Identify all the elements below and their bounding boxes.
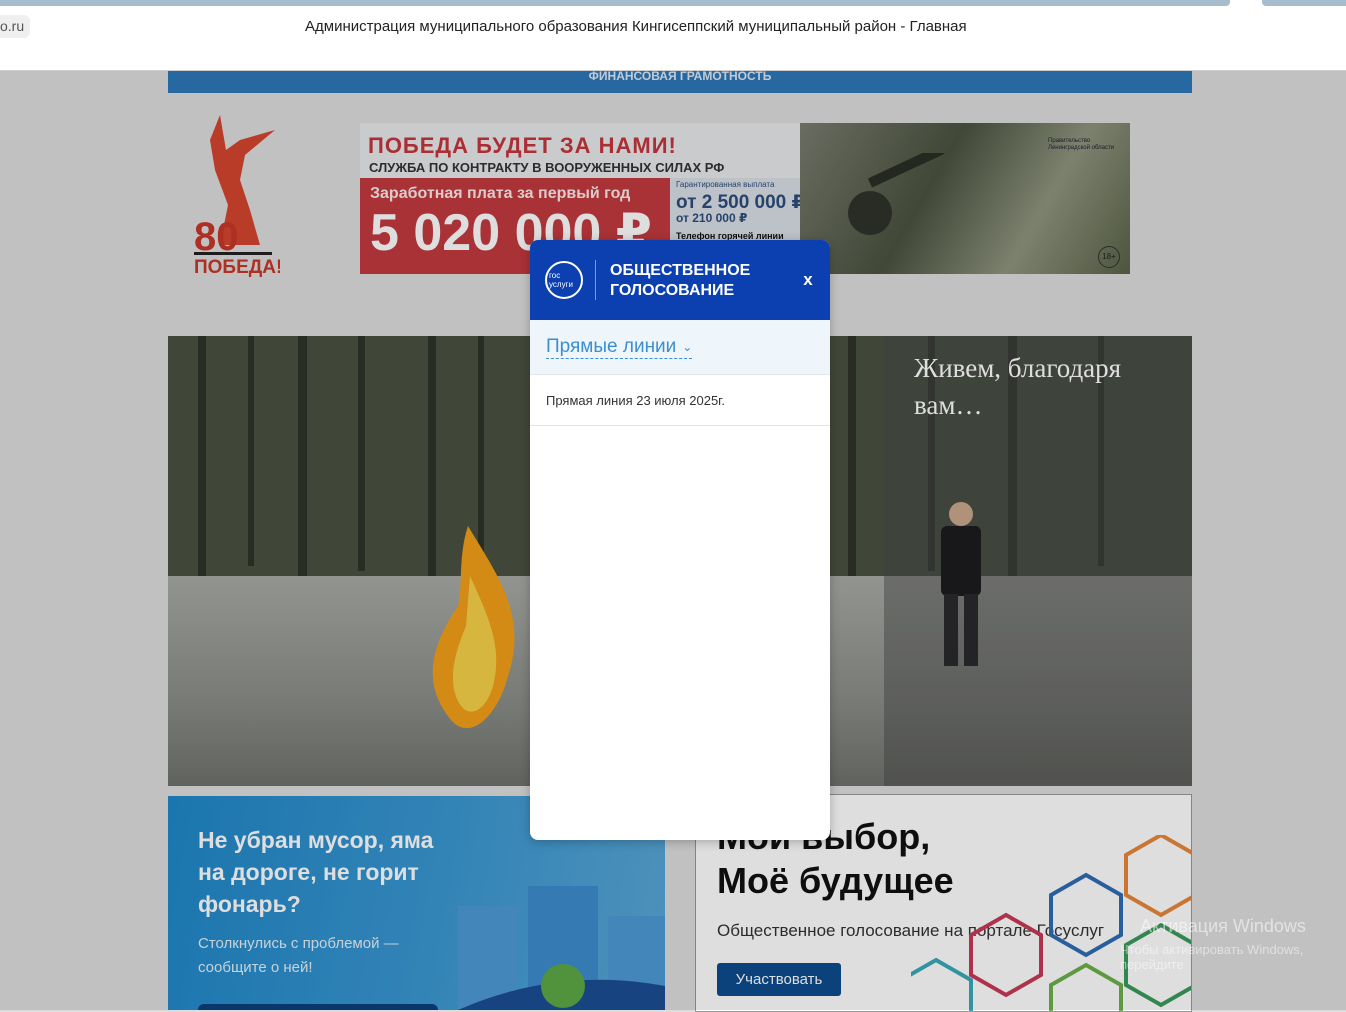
loading-bar-secondary [1262,0,1346,6]
logo-word: ПОБЕДА! [194,257,280,278]
header-divider [595,260,596,300]
city-illustration [458,886,665,1010]
hero-caption: Живем, благодаря вам… [914,353,1122,420]
windows-activation-watermark: Активация Windows [1140,916,1306,936]
list-item[interactable]: Прямая линия 23 июля 2025г. [530,375,830,426]
widget-tabbar: Прямые линии ⌄ [530,320,830,375]
person-image [941,502,981,666]
dropdown-label: Прямые линии [546,336,677,358]
participate-button[interactable]: Участвовать [717,963,841,996]
banner-headline: ПОБЕДА БУДЕТ ЗА НАМИ! [368,133,677,158]
financial-literacy-link[interactable]: ФИНАНСОВАЯ ГРАМОТНОСТЬ [168,70,1192,93]
browser-chrome: o.ru Администрация муниципального образо… [0,0,1346,71]
chevron-down-icon: ⌄ [682,340,693,354]
monthly-amount: от 210 000 ₽ [676,211,748,225]
windows-activation-hint: Чтобы активировать Windows, перейдите [1120,942,1304,972]
category-dropdown[interactable]: Прямые линии ⌄ [546,336,693,360]
victory-80-logo[interactable]: 80 ПОБЕДА! [190,110,280,280]
widget-title: ОБЩЕСТВЕННОЕ ГОЛОСОВАНИЕ [610,262,751,299]
artillery-image [848,153,945,235]
list-item-label: Прямая линия 23 июля 2025г. [546,393,725,408]
salary-label: Заработная плата за первый год [370,185,631,202]
gosuslugi-logo-icon: гос услуги [545,261,583,299]
eternal-flame-image [432,526,515,729]
report-card-text: Столкнулись с проблемой — сообщите о ней… [198,935,399,976]
report-card-title: Не убран мусор, яма на дороге, не горит … [198,827,434,917]
close-button[interactable]: x [798,270,818,290]
gov-badge: Правительство Ленинградской области [1048,138,1115,151]
age-rating-badge: 18+ [1098,246,1120,268]
logo-text-top: гос [549,271,560,280]
loading-bar [0,0,1230,6]
logo-text-bottom: услуги [549,280,573,289]
public-vote-widget: гос услуги ОБЩЕСТВЕННОЕ ГОЛОСОВАНИЕ x Пр… [530,240,830,840]
page-title: Администрация муниципального образования… [305,18,967,35]
report-button[interactable] [198,1004,438,1010]
widget-header: гос услуги ОБЩЕСТВЕННОЕ ГОЛОСОВАНИЕ x [530,240,830,320]
banner-subhead: СЛУЖБА ПО КОНТРАКТУ В ВООРУЖЕННЫХ СИЛАХ … [369,160,725,175]
guarantee-label: Гарантированная выплата [676,180,775,189]
url-chip[interactable]: o.ru [0,15,31,38]
